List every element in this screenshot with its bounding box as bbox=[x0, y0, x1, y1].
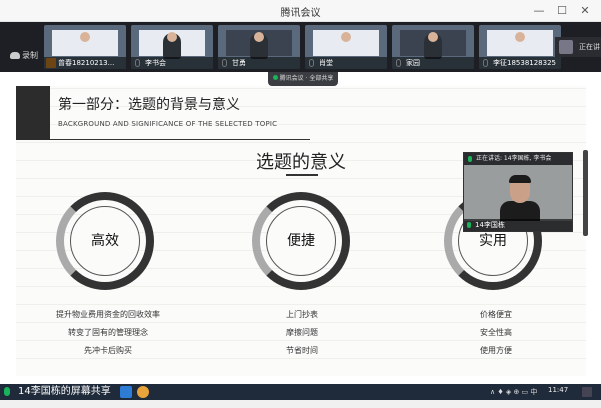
speaking-indicator[interactable]: 正在讲 bbox=[555, 37, 601, 57]
participant-tile[interactable]: 肖堂 bbox=[305, 25, 387, 69]
mic-icon bbox=[467, 222, 471, 228]
participant-tile[interactable]: 曾春18210213... bbox=[44, 25, 126, 69]
list-item: 提升物业费用资金的回收效率 bbox=[56, 310, 160, 319]
participant-name: 李书会 bbox=[131, 57, 213, 69]
participant-name: 曾春18210213... bbox=[44, 57, 126, 69]
slide-subheading: BACKGROUND AND SIGNIFICANCE OF THE SELEC… bbox=[58, 120, 278, 128]
benefit-list-efficient: 提升物业费用资金的回收效率 转变了固有的管理理念 先冲卡后购买 bbox=[28, 306, 188, 360]
taskbar-app-icon[interactable] bbox=[120, 386, 132, 398]
benefit-list-practical: 价格便宜 安全性高 使用方便 bbox=[416, 306, 576, 360]
screen-share-label: 14李国栋的屏幕共享 bbox=[18, 386, 111, 397]
screen-share-status[interactable]: 14李国栋的屏幕共享 bbox=[4, 385, 111, 399]
participant-avatar bbox=[80, 32, 90, 42]
list-item: 价格便宜 bbox=[480, 310, 512, 319]
participant-face bbox=[428, 32, 438, 42]
speaking-label: 正在讲 bbox=[579, 43, 600, 51]
participant-name: 肖堂 bbox=[305, 57, 387, 69]
list-item: 安全性高 bbox=[480, 328, 512, 337]
benefit-list-convenient: 上门抄表 摩擦问题 节省时间 bbox=[222, 306, 382, 360]
participant-face bbox=[254, 32, 264, 42]
window-title-bar: 腾讯会议 — ☐ ✕ bbox=[0, 0, 601, 22]
participant-tile[interactable]: 李征18538128325 bbox=[479, 25, 561, 69]
close-button[interactable]: ✕ bbox=[577, 3, 593, 19]
system-tray[interactable]: ∧ ♦ ◈ ⊕ ▭ 中 bbox=[490, 387, 537, 397]
participant-name: 甘勇 bbox=[218, 57, 300, 69]
notification-icon[interactable] bbox=[582, 387, 592, 397]
speaker-header: 正在讲话: 14李国栋, 李书会 bbox=[464, 153, 572, 165]
record-button[interactable]: 录制 bbox=[10, 50, 38, 61]
ring-efficient: 高效 bbox=[56, 192, 154, 290]
participant-tile[interactable]: 甘勇 bbox=[218, 25, 300, 69]
speaker-name-bar: 14李国栋 bbox=[464, 219, 572, 231]
participant-face bbox=[167, 32, 177, 42]
participant-tile[interactable]: 李书会 bbox=[131, 25, 213, 69]
list-item: 摩擦问题 bbox=[286, 328, 318, 337]
window-title: 腾讯会议 bbox=[280, 8, 321, 19]
title-underline bbox=[286, 174, 318, 176]
list-item: 使用方便 bbox=[480, 346, 512, 355]
bottom-edge bbox=[0, 400, 601, 408]
ring-label: 实用 bbox=[479, 233, 507, 249]
speaker-video-window[interactable]: 正在讲话: 14李国栋, 李书会 14李国栋 bbox=[463, 152, 573, 232]
share-banner-label: 腾讯会议 · 全部共享 bbox=[279, 75, 334, 82]
participant-face bbox=[515, 32, 525, 42]
record-label: 录制 bbox=[22, 51, 38, 60]
list-item: 转变了固有的管理理念 bbox=[68, 328, 148, 337]
participant-face bbox=[341, 32, 351, 42]
scrollbar[interactable] bbox=[583, 150, 588, 236]
participant-name: 李征18538128325 bbox=[479, 57, 561, 69]
slide-heading: 第一部分：选题的背景与意义 bbox=[58, 97, 240, 113]
list-item: 先冲卡后购买 bbox=[84, 346, 132, 355]
speaker-hair bbox=[509, 175, 531, 183]
participant-tile[interactable]: 家园 bbox=[392, 25, 474, 69]
slide-accent-block bbox=[16, 86, 50, 140]
ring-label: 高效 bbox=[91, 233, 119, 249]
speaker-name: 14李国栋 bbox=[475, 221, 505, 229]
clock: 11:47 bbox=[548, 386, 569, 394]
divider bbox=[50, 139, 310, 140]
maximize-button[interactable]: ☐ bbox=[554, 3, 570, 19]
speaker-avatar-icon bbox=[559, 40, 573, 54]
browser-icon[interactable] bbox=[137, 386, 149, 398]
ring-label: 便捷 bbox=[287, 233, 315, 249]
minimize-button[interactable]: — bbox=[531, 3, 547, 19]
list-item: 上门抄表 bbox=[286, 310, 318, 319]
cloud-record-icon bbox=[10, 52, 20, 59]
participant-strip: 录制 曾春18210213... 李书会 甘勇 肖堂 家园 李征18538128… bbox=[0, 22, 601, 72]
taskbar: 14李国栋的屏幕共享 ∧ ♦ ◈ ⊕ ▭ 中 11:47 bbox=[0, 384, 601, 400]
speaker-body bbox=[500, 201, 540, 221]
screen-share-banner[interactable]: 腾讯会议 · 全部共享 bbox=[268, 72, 338, 86]
speaker-header-text: 正在讲话: 14李国栋, 李书会 bbox=[476, 155, 552, 162]
list-item: 节省时间 bbox=[286, 346, 318, 355]
ring-convenient: 便捷 bbox=[252, 192, 350, 290]
mic-icon bbox=[4, 387, 10, 396]
participant-name: 家园 bbox=[392, 57, 474, 69]
mic-icon bbox=[468, 156, 472, 162]
share-status-icon bbox=[272, 75, 278, 80]
